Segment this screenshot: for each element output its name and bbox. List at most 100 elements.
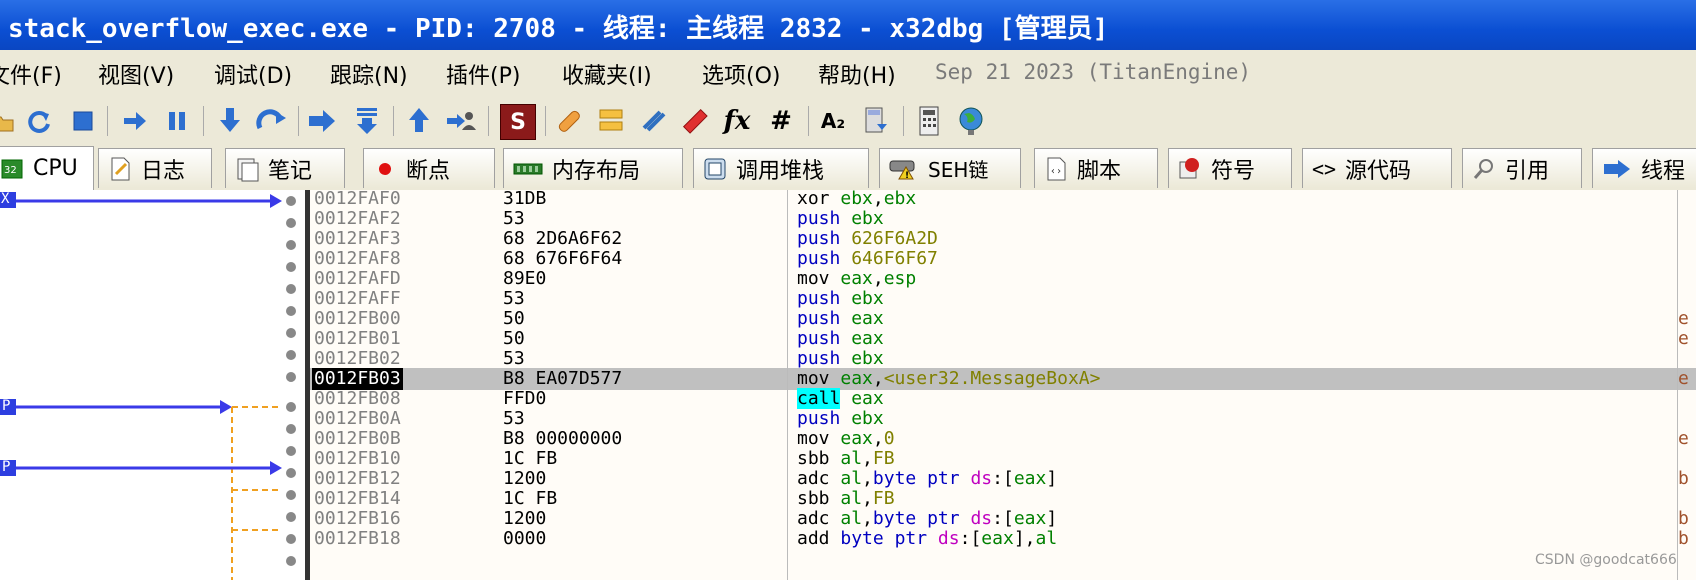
- disasm-row[interactable]: 0012FB10 1C FB sbb al,FB: [310, 448, 1696, 470]
- seh-icon: !: [888, 156, 920, 182]
- menu-favorites[interactable]: 收藏夹(I): [562, 58, 652, 90]
- pause-icon[interactable]: [160, 104, 194, 138]
- disasm-row[interactable]: 0012FB0B B8 00000000 mov eax,0 e: [310, 428, 1696, 450]
- function-icon[interactable]: fx: [720, 104, 754, 138]
- tab-memory-map[interactable]: 内存布局: [503, 148, 683, 188]
- instruction-bytes: 53: [503, 348, 525, 369]
- tab-label: 脚本: [1077, 158, 1122, 184]
- instruction-address: 0012FB01: [314, 328, 401, 349]
- step-over-icon[interactable]: [255, 104, 289, 138]
- instruction-text: sbb al,FB: [797, 488, 895, 510]
- step-down-icon[interactable]: [350, 104, 384, 138]
- instruction-bytes: FFD0: [503, 388, 547, 409]
- instruction-address: 0012FAF8: [314, 248, 401, 269]
- branch-arrow-panel: X P P: [0, 190, 305, 580]
- disasm-row[interactable]: 0012FAF3 68 2D6A6F62 push 626F6A2D: [310, 228, 1696, 250]
- mnemonic: sbb: [797, 488, 830, 509]
- run-to-user-icon[interactable]: [444, 104, 478, 138]
- instruction-address: 0012FAF0: [314, 188, 401, 209]
- operands: al,FB: [840, 448, 895, 469]
- version-label: Sep 21 2023 (TitanEngine): [935, 60, 1252, 84]
- disassembly-view[interactable]: 0012FAF0 31DB xor ebx,ebx 0012FAF2 53 push eb…: [310, 188, 1696, 580]
- instruction-text: push 646F6F67: [797, 248, 938, 270]
- disasm-row[interactable]: 0012FB0A 53 push ebx: [310, 408, 1696, 430]
- instruction-address: 0012FB02: [314, 348, 401, 369]
- operands: eax: [851, 328, 884, 349]
- restart-icon[interactable]: [22, 104, 56, 138]
- font-icon[interactable]: A₂: [816, 104, 850, 138]
- comment-icon[interactable]: [594, 104, 628, 138]
- calculator-icon[interactable]: [858, 104, 892, 138]
- execute-till-return-icon[interactable]: [402, 104, 436, 138]
- instruction-address: 0012FB10: [314, 448, 401, 469]
- stop-icon[interactable]: [66, 104, 100, 138]
- disasm-row[interactable]: 0012FB00 50 push eax e: [310, 308, 1696, 330]
- disasm-row[interactable]: 0012FB08 FFD0 call eax: [310, 388, 1696, 410]
- disasm-row[interactable]: 0012FAF0 31DB xor ebx,ebx: [310, 188, 1696, 210]
- operands: ebx: [851, 208, 884, 229]
- comment-text: e: [1678, 308, 1689, 329]
- bookmark-icon[interactable]: [678, 104, 712, 138]
- menu-debug[interactable]: 调试(D): [214, 58, 292, 90]
- instruction-address: 0012FB14: [314, 488, 401, 509]
- tab-call-stack[interactable]: 调用堆栈: [693, 148, 869, 188]
- disasm-row[interactable]: 0012FAF2 53 push ebx: [310, 208, 1696, 230]
- disasm-row[interactable]: 0012FB16 1200 adc al,byte ptr ds:[eax] b: [310, 508, 1696, 530]
- tab-log[interactable]: 日志: [98, 148, 212, 188]
- label-icon[interactable]: [636, 104, 670, 138]
- open-icon[interactable]: [0, 104, 20, 138]
- mnemonic: add: [797, 528, 830, 549]
- disasm-row[interactable]: 0012FAFD 89E0 mov eax,esp: [310, 268, 1696, 290]
- menu-plugins[interactable]: 插件(P): [446, 58, 520, 90]
- instruction-text: push eax: [797, 328, 884, 350]
- hash-icon[interactable]: #: [764, 104, 798, 138]
- disasm-row[interactable]: 0012FAFF 53 push ebx: [310, 288, 1696, 310]
- step-into-icon[interactable]: [213, 104, 247, 138]
- tab-seh-chain[interactable]: ! SEH链: [879, 148, 1021, 188]
- operands: al,FB: [840, 488, 895, 509]
- operands: 646F6F67: [851, 248, 938, 269]
- tab-script[interactable]: ‹› 脚本: [1034, 148, 1158, 188]
- globe-icon[interactable]: [954, 104, 988, 138]
- instruction-text: push ebx: [797, 208, 884, 230]
- operands: ebx: [851, 288, 884, 309]
- menu-file[interactable]: 文件(F): [0, 58, 62, 90]
- disasm-row[interactable]: 0012FB03 B8 EA07D577 mov eax,<user32.Messa…: [310, 368, 1696, 390]
- instruction-bytes: 0000: [503, 528, 547, 549]
- instruction-text: push eax: [797, 308, 884, 330]
- menu-trace[interactable]: 跟踪(N): [330, 58, 408, 90]
- disasm-row[interactable]: 0012FB18 0000 add byte ptr ds:[eax],al b: [310, 528, 1696, 550]
- tab-cpu[interactable]: 32 CPU: [0, 146, 94, 190]
- tab-source[interactable]: <> 源代码: [1302, 148, 1452, 188]
- disasm-row[interactable]: 0012FB14 1C FB sbb al,FB: [310, 488, 1696, 510]
- patch-icon[interactable]: [552, 104, 586, 138]
- mnemonic: mov: [797, 268, 830, 289]
- instruction-text: push ebx: [797, 408, 884, 430]
- instruction-bytes: 1C FB: [503, 448, 558, 469]
- mnemonic: push: [797, 308, 841, 329]
- instruction-address: 0012FAFF: [314, 288, 401, 309]
- disasm-row[interactable]: 0012FB12 1200 adc al,byte ptr ds:[eax] b: [310, 468, 1696, 490]
- instruction-bytes: 68 676F6F64: [503, 248, 623, 269]
- instruction-bytes: 53: [503, 208, 525, 229]
- tab-symbols[interactable]: 符号: [1168, 148, 1292, 188]
- tab-label: 内存布局: [552, 158, 641, 184]
- tab-references[interactable]: 引用: [1462, 148, 1582, 188]
- mnemonic: adc: [797, 468, 830, 489]
- disasm-row[interactable]: 0012FAF8 68 676F6F64 push 646F6F67: [310, 248, 1696, 270]
- disasm-row[interactable]: 0012FB01 50 push eax e: [310, 328, 1696, 350]
- menu-view[interactable]: 视图(V): [98, 58, 174, 90]
- log-icon: [107, 156, 133, 182]
- favorites-icon[interactable]: [912, 104, 946, 138]
- menu-options[interactable]: 选项(O): [702, 58, 780, 90]
- operands: eax: [851, 308, 884, 329]
- run-to-icon[interactable]: [306, 104, 340, 138]
- script-icon[interactable]: S: [500, 104, 536, 140]
- tab-notes[interactable]: 笔记: [225, 148, 345, 188]
- run-icon[interactable]: [118, 104, 152, 138]
- tab-breakpoints[interactable]: 断点: [363, 148, 495, 188]
- instruction-address: 0012FAF3: [314, 228, 401, 249]
- disasm-row[interactable]: 0012FB02 53 push ebx: [310, 348, 1696, 370]
- menu-help[interactable]: 帮助(H): [818, 58, 896, 90]
- tab-threads[interactable]: 线程: [1592, 148, 1696, 188]
